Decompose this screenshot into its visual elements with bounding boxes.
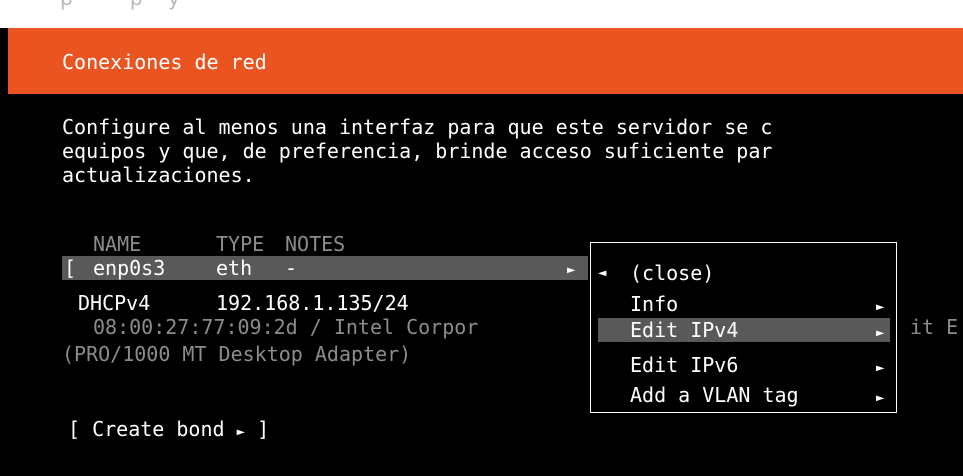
menu-info-arrow-icon: ► — [876, 299, 885, 315]
row-arrow-icon: ► — [567, 262, 576, 278]
menu-edit-ipv4-arrow-icon: ► — [876, 325, 885, 341]
interface-type: eth — [216, 256, 253, 280]
description: Configure al menos una interfaz para que… — [62, 115, 772, 187]
column-header-name: NAME — [93, 232, 142, 256]
description-line-1: Configure al menos una interfaz para que… — [62, 115, 773, 139]
bond-arrow-icon: ► — [236, 424, 246, 440]
menu-item-add-vlan-tag[interactable]: Add a VLAN tag — [630, 384, 799, 406]
menu-item-edit-ipv6[interactable]: Edit IPv6 — [630, 354, 738, 376]
mac-info: 08:00:27:77:09:2d / Intel Corpor — [93, 315, 479, 339]
column-header-type: TYPE — [216, 232, 265, 256]
mac-info-tail: it E — [910, 315, 959, 339]
bond-label: Create bond — [92, 417, 225, 441]
bond-close-bracket: ] — [257, 417, 270, 441]
dhcp-label: DHCPv4 — [78, 291, 151, 315]
truncated-top-text: p p y — [60, 0, 180, 9]
menu-item-info[interactable]: Info — [630, 293, 678, 315]
menu-item-close[interactable]: (close) — [630, 262, 714, 284]
description-line-2: equipos y que, de preferencia, brinde ac… — [62, 139, 773, 163]
bond-open-bracket: [ — [68, 417, 81, 441]
menu-back-icon: ◄ — [598, 265, 607, 281]
menu-edit-ipv6-arrow-icon: ► — [876, 360, 885, 376]
interface-notes: - — [285, 256, 298, 280]
menu-item-edit-ipv4[interactable]: Edit IPv4 — [630, 319, 738, 341]
page-title: Conexiones de red — [62, 50, 267, 74]
create-bond-button[interactable]: [ Create bond ► ] — [68, 418, 269, 443]
top-strip: p p y — [0, 0, 963, 28]
adapter-info: (PRO/1000 MT Desktop Adapter) — [62, 342, 412, 366]
interface-name: enp0s3 — [93, 256, 166, 280]
dhcp-address: 192.168.1.135/24 — [216, 291, 409, 315]
column-header-notes: NOTES — [285, 232, 346, 256]
row-open-bracket: [ — [64, 256, 77, 280]
description-line-3: actualizaciones. — [62, 163, 255, 187]
menu-add-vlan-arrow-icon: ► — [876, 390, 885, 406]
